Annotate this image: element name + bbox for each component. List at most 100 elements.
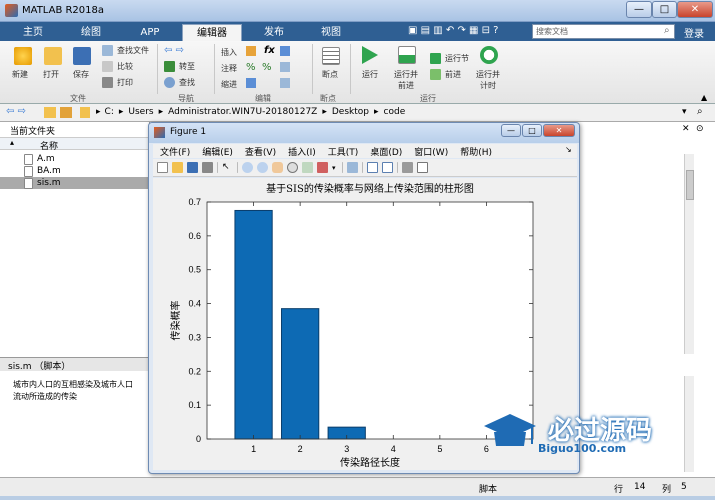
breadcrumb-item[interactable]: Administrator.WIN7U-20180127Z (168, 107, 317, 117)
outdent-icon[interactable] (280, 78, 290, 88)
new-figure-icon[interactable] (157, 162, 168, 173)
file-item[interactable]: A.m (0, 153, 149, 165)
tab-editor[interactable]: 编辑器 (182, 24, 242, 41)
folder-up-icon[interactable] (44, 107, 56, 118)
new-button-label[interactable]: 新建 (12, 69, 28, 80)
insert-icon[interactable] (246, 46, 256, 56)
print-button[interactable]: 打印 (102, 77, 133, 88)
run-time-icon[interactable] (480, 46, 498, 64)
open-folder-icon[interactable] (44, 47, 62, 65)
data-cursor-icon[interactable] (302, 162, 313, 173)
indent-button[interactable]: 缩进 (221, 79, 237, 90)
run-advance-button-label[interactable]: 运行并 前进 (394, 69, 418, 91)
search-folder-icon[interactable]: ⌕ (697, 106, 703, 117)
comment-button[interactable]: 注释 (221, 63, 237, 74)
back-forward-icon[interactable]: ⇦ ⇨ (164, 45, 184, 56)
new-file-icon[interactable] (14, 47, 32, 65)
menu-view[interactable]: 查看(V) (245, 145, 276, 158)
open-button-label[interactable]: 打开 (43, 69, 59, 80)
menu-window[interactable]: 窗口(W) (414, 145, 448, 158)
figure-close-button[interactable]: ✕ (543, 124, 575, 137)
save-icon[interactable] (73, 47, 91, 65)
nav-back-forward-icon[interactable]: ⇦ ⇨ (6, 106, 26, 117)
tab-plots[interactable]: 绘图 (64, 24, 118, 41)
close-button[interactable]: ✕ (677, 1, 713, 18)
collapse-ribbon-icon[interactable]: ▲ (701, 93, 707, 102)
menu-tools[interactable]: 工具(T) (328, 145, 359, 158)
breadcrumb-item[interactable]: Desktop (332, 107, 369, 117)
menu-edit[interactable]: 编辑(E) (202, 145, 233, 158)
save-button-label[interactable]: 保存 (73, 69, 89, 80)
pointer-icon[interactable]: ↖ (222, 162, 233, 173)
run-section-button[interactable]: 运行节 (430, 53, 469, 64)
tab-publish[interactable]: 发布 (248, 24, 300, 41)
find-button[interactable]: 查找 (164, 77, 195, 88)
run-button-label[interactable]: 运行 (362, 69, 378, 80)
search-icon[interactable]: ⌕ (664, 25, 670, 36)
goto-button[interactable]: 转至 (164, 61, 195, 72)
breadcrumb-item[interactable]: code (384, 107, 406, 117)
breakpoints-button-label[interactable]: 断点 (322, 69, 338, 80)
address-dropdown-icon[interactable]: ▾ (682, 107, 687, 117)
minimize-button[interactable]: — (626, 1, 652, 18)
brush-icon[interactable] (317, 162, 328, 173)
uncomment-icon[interactable]: % (262, 62, 272, 73)
breadcrumb-item[interactable]: Users (128, 107, 153, 117)
search-input[interactable]: 搜索文档 (532, 24, 675, 39)
breadcrumb[interactable]: ▸ C: ▸ Users ▸ Administrator.WIN7U-20180… (96, 107, 405, 117)
figure-title-bar[interactable]: Figure 1 — □ ✕ (149, 123, 579, 143)
colorbar-icon[interactable] (366, 162, 378, 173)
scrollbar-thumb[interactable] (686, 170, 694, 200)
quick-access-toolbar[interactable]: ▣ ▤ ▥ ↶ ↷ ▦ ⊟ ? (408, 25, 499, 36)
save-figure-icon[interactable] (187, 162, 198, 173)
file-item[interactable]: BA.m (0, 165, 149, 177)
menu-insert[interactable]: 插入(I) (288, 145, 316, 158)
advance-button[interactable]: 前进 (430, 69, 461, 80)
maximize-button[interactable]: □ (652, 1, 677, 18)
details-header[interactable]: sis.m （脚本） (0, 357, 150, 372)
breadcrumb-item[interactable]: C: (105, 107, 114, 117)
run-time-button-label[interactable]: 运行并 计时 (476, 69, 500, 91)
hide-plot-tools-icon[interactable] (401, 162, 413, 173)
brush-dropdown-icon[interactable]: ▾ (332, 164, 336, 172)
tab-apps[interactable]: APP (124, 24, 176, 41)
figure-maximize-button[interactable]: □ (522, 124, 542, 137)
link-plot-icon[interactable] (346, 162, 358, 173)
tab-view[interactable]: 视图 (306, 24, 356, 41)
open-file-icon[interactable] (172, 162, 183, 173)
editor-scrollbar[interactable] (684, 154, 694, 354)
pan-hand-icon[interactable] (272, 162, 283, 173)
zoom-in-icon[interactable] (242, 162, 253, 173)
close-panel-icon[interactable]: ✕ (682, 124, 690, 134)
show-plot-tools-icon[interactable] (416, 162, 428, 173)
insert-button[interactable]: 插入 (221, 47, 237, 58)
file-item-selected[interactable]: sis.m (0, 177, 149, 189)
unwrap-icon[interactable] (280, 62, 290, 72)
menu-help[interactable]: 帮助(H) (460, 145, 492, 158)
insert-function-button[interactable]: fx (264, 45, 275, 56)
find-files-button[interactable]: 查找文件 (102, 45, 149, 56)
column-header[interactable]: ▴ 名称 (0, 137, 149, 152)
panel-menu-icon[interactable]: ⊙ (696, 124, 704, 134)
dock-figure-icon[interactable]: ↘ (565, 145, 572, 154)
run-advance-icon[interactable] (398, 46, 416, 64)
tab-home[interactable]: 主页 (8, 24, 58, 41)
browse-folder-icon[interactable] (60, 107, 72, 118)
print-figure-icon[interactable] (202, 162, 213, 173)
legend-icon[interactable] (381, 162, 393, 173)
login-link[interactable]: 登录 (684, 25, 704, 40)
compare-button[interactable]: 比较 (102, 61, 133, 72)
run-icon[interactable] (362, 46, 378, 64)
menu-desktop[interactable]: 桌面(D) (370, 145, 402, 158)
zoom-out-icon[interactable] (257, 162, 268, 173)
menu-file[interactable]: 文件(F) (160, 145, 190, 158)
column-name[interactable]: 名称 (40, 139, 58, 152)
group-label-run: 运行 (420, 94, 436, 103)
command-scrollbar[interactable] (684, 376, 694, 472)
wrap-icon[interactable] (280, 46, 290, 56)
breakpoints-icon[interactable] (322, 47, 340, 65)
comment-percent-icon[interactable]: % (246, 62, 256, 73)
figure-minimize-button[interactable]: — (501, 124, 521, 137)
rotate-3d-icon[interactable] (287, 162, 298, 173)
indent-icon[interactable] (246, 78, 256, 88)
